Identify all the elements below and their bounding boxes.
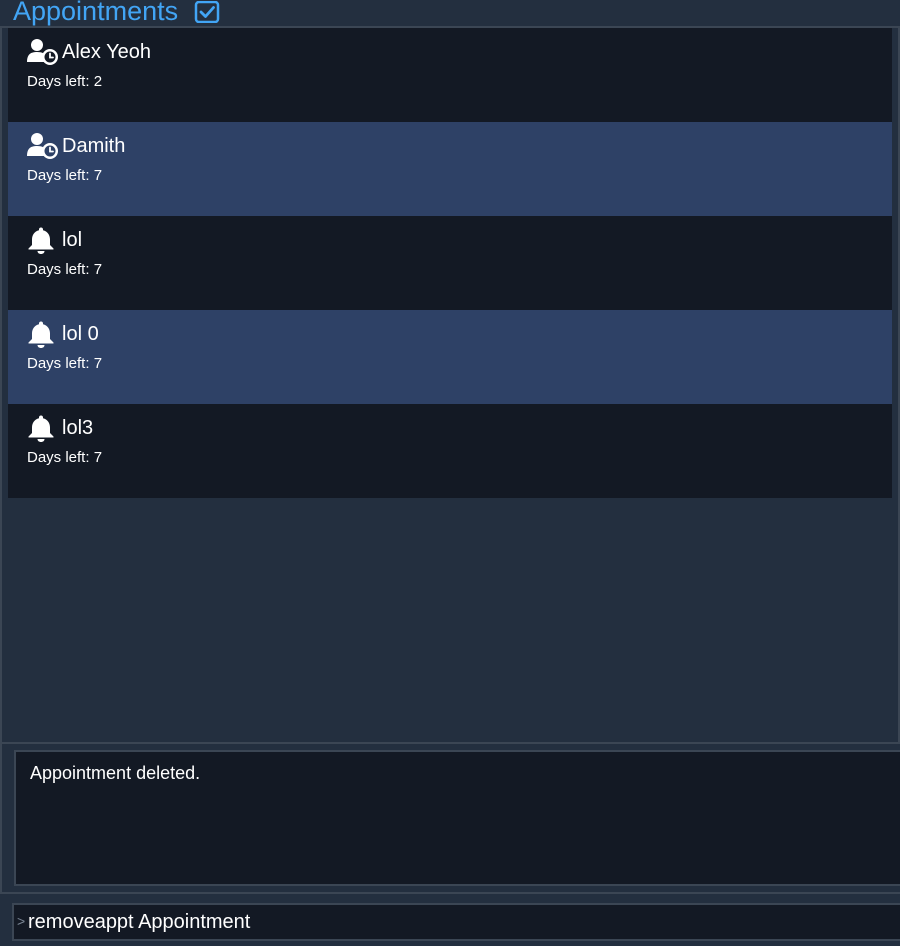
days-left-label: Days left:: [27, 261, 90, 278]
prompt-caret: >: [17, 913, 26, 929]
appointment-card[interactable]: Alex Yeoh Days left: 2: [8, 28, 892, 122]
days-left-label: Days left:: [27, 449, 90, 466]
appointment-name: lol3: [62, 417, 94, 439]
appointment-name: lol 0: [62, 323, 99, 345]
appointment-card[interactable]: lol 0 Days left: 7: [8, 310, 892, 404]
days-left-value: 7: [93, 167, 103, 184]
app-window: Appointments Alex Yeoh Days left: 2 Dami…: [0, 0, 900, 946]
days-left-label: Days left:: [27, 167, 90, 184]
checkbox-checked-icon: [194, 0, 220, 24]
days-left-text: Days left: 2: [27, 73, 102, 91]
days-left-text: Days left: 7: [27, 261, 102, 279]
days-left-label: Days left:: [27, 73, 90, 90]
appointment-name: lol: [62, 229, 83, 251]
appointment-list: Alex Yeoh Days left: 2 Damith Days left:…: [8, 28, 892, 498]
days-left-label: Days left:: [27, 355, 90, 372]
appointment-card[interactable]: Damith Days left: 7: [8, 122, 892, 216]
appointment-card[interactable]: lol Days left: 7: [8, 216, 892, 310]
appointment-name: Alex Yeoh: [62, 41, 151, 63]
appointment-card[interactable]: lol3 Days left: 7: [8, 404, 892, 498]
bell-icon: [27, 226, 59, 254]
command-panel: >: [0, 892, 900, 946]
appointment-list-panel[interactable]: Alex Yeoh Days left: 2 Damith Days left:…: [0, 28, 900, 744]
person-clock-icon: [27, 132, 59, 160]
appointment-name: Damith: [62, 135, 126, 157]
bell-icon: [27, 414, 59, 442]
days-left-text: Days left: 7: [27, 355, 102, 373]
panel-header: Appointments: [0, 0, 900, 28]
days-left-text: Days left: 7: [27, 449, 102, 467]
page-title: Appointments: [13, 0, 179, 26]
result-display[interactable]: Appointment deleted.: [14, 750, 900, 886]
days-left-value: 7: [93, 449, 103, 466]
days-left-value: 2: [93, 73, 103, 90]
command-box[interactable]: >: [12, 903, 900, 941]
days-left-text: Days left: 7: [27, 167, 102, 185]
person-clock-icon: [27, 38, 59, 66]
days-left-value: 7: [93, 355, 103, 372]
result-message: Appointment deleted.: [30, 763, 201, 783]
bell-icon: [27, 320, 59, 348]
result-panel: Appointment deleted.: [0, 744, 900, 892]
command-input[interactable]: [28, 909, 888, 935]
days-left-value: 7: [93, 261, 103, 278]
